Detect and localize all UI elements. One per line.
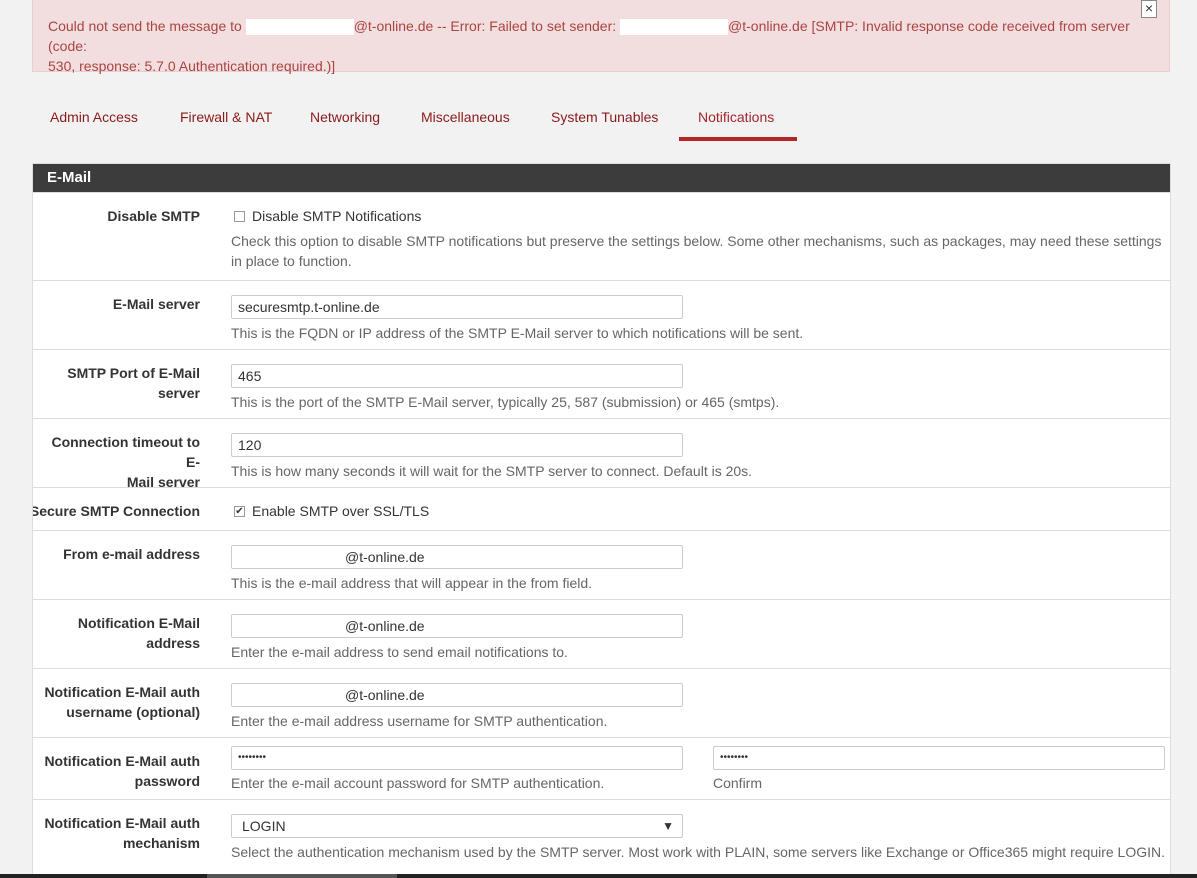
secure-smtp-label: Secure SMTP Connection: [32, 503, 200, 519]
secure-smtp-checkbox-label[interactable]: Enable SMTP over SSL/TLS: [252, 501, 429, 521]
from-address-label: From e-mail address: [63, 546, 200, 562]
auth-mechanism-value: LOGIN: [242, 818, 286, 834]
close-alert-button[interactable]: ×: [1141, 0, 1157, 18]
alert-text-middle: @t-online.de -- Error: Failed to set sen…: [353, 18, 617, 34]
label-line: address: [146, 635, 200, 651]
active-tab-indicator: [679, 137, 797, 141]
email-server-input[interactable]: securesmtp.t-online.de: [231, 295, 683, 319]
from-address-value: @t-online.de: [345, 549, 425, 565]
label-line: SMTP Port of E-Mail: [67, 365, 200, 381]
secure-smtp-row: Secure SMTP Connection ✔ Enable SMTP ove…: [33, 487, 1170, 530]
email-server-row: E-Mail server securesmtp.t-online.de Thi…: [33, 280, 1170, 349]
timeout-row: Connection timeout to E- Mail server 120 …: [33, 418, 1170, 490]
notify-address-label: Notification E-Mail address: [35, 613, 200, 653]
disable-smtp-label: Disable SMTP: [107, 208, 200, 224]
notify-address-input[interactable]: @t-online.de: [231, 614, 683, 638]
disable-smtp-row: Disable SMTP Disable SMTP Notifications …: [33, 192, 1170, 280]
tab-label: Admin Access: [50, 109, 138, 125]
timeout-help: This is how many seconds it will wait fo…: [231, 463, 753, 479]
auth-mechanism-row: Notification E-Mail auth mechanism LOGIN …: [33, 799, 1170, 877]
auth-username-row: Notification E-Mail auth username (option…: [33, 668, 1170, 737]
auth-mechanism-select[interactable]: LOGIN ▼: [231, 814, 683, 838]
redacted-address: [620, 19, 729, 36]
tab-label: System Tunables: [551, 109, 659, 125]
auth-username-help: Enter the e-mail address username for SM…: [231, 713, 608, 729]
label-line: password: [134, 773, 200, 789]
auth-password-label: Notification E-Mail auth password: [35, 751, 200, 791]
smtp-port-label: SMTP Port of E-Mail server: [35, 363, 200, 403]
label-line: username (optional): [66, 704, 200, 720]
tab-label: Firewall & NAT: [180, 109, 273, 125]
disable-smtp-help: Check this option to disable SMTP notifi…: [231, 233, 1162, 249]
scrollbar-thumb[interactable]: [207, 874, 397, 878]
timeout-label: Connection timeout to E- Mail server: [35, 432, 200, 492]
from-address-input[interactable]: @t-online.de: [231, 545, 683, 569]
horizontal-scrollbar[interactable]: [0, 874, 1197, 878]
alert-text-prefix: Could not send the message to: [48, 18, 242, 34]
auth-username-label: Notification E-Mail auth username (option…: [35, 682, 200, 722]
redacted-address: [245, 19, 354, 36]
secure-smtp-checkbox[interactable]: ✔: [234, 506, 245, 517]
smtp-port-help: This is the port of the SMTP E-Mail serv…: [231, 394, 780, 410]
panel-title: E-Mail: [33, 164, 1170, 192]
disable-smtp-checkbox-label[interactable]: Disable SMTP Notifications: [252, 206, 421, 226]
label-line: Notification E-Mail auth: [44, 815, 200, 831]
from-address-help: This is the e-mail address that will app…: [231, 575, 593, 591]
auth-password-confirm-help: Confirm: [713, 775, 763, 791]
email-server-label: E-Mail server: [112, 296, 200, 312]
disable-smtp-help-cont: in place to function.: [231, 253, 352, 269]
label-line: Notification E-Mail auth: [44, 753, 200, 769]
label-line: Notification E-Mail: [77, 615, 200, 631]
auth-username-input[interactable]: @t-online.de: [231, 683, 683, 707]
alert-text-line2: 530, response: 5.7.0 Authentication requ…: [48, 58, 336, 74]
tab-label: Notifications: [698, 109, 775, 125]
label-line: Connection timeout to E-: [51, 434, 200, 470]
smtp-port-input[interactable]: 465: [231, 364, 683, 388]
email-settings-panel: E-Mail Disable SMTP Disable SMTP Notific…: [32, 163, 1171, 878]
notify-address-help: Enter the e-mail address to send email n…: [231, 644, 568, 660]
timeout-input[interactable]: 120: [231, 433, 683, 457]
from-address-row: From e-mail address @t-online.de This is…: [33, 530, 1170, 599]
disable-smtp-checkbox[interactable]: [234, 211, 245, 222]
label-line: mechanism: [122, 835, 200, 851]
notify-address-row: Notification E-Mail address @t-online.de …: [33, 599, 1170, 668]
auth-password-confirm-input[interactable]: ••••••••: [713, 746, 1165, 770]
auth-password-input[interactable]: ••••••••: [231, 746, 683, 770]
email-server-help: This is the FQDN or IP address of the SM…: [231, 325, 804, 341]
smtp-port-row: SMTP Port of E-Mail server 465 This is th…: [33, 349, 1170, 418]
label-line: server: [157, 385, 200, 401]
tab-label: Miscellaneous: [421, 109, 510, 125]
chevron-down-icon: ▼: [662, 819, 674, 833]
error-alert: Could not send the message to @t-online.…: [32, 0, 1170, 74]
label-line: Notification E-Mail auth: [44, 684, 200, 700]
auth-username-value: @t-online.de: [345, 687, 425, 703]
auth-mechanism-help: Select the authentication mechanism used…: [231, 844, 1166, 860]
notify-address-value: @t-online.de: [345, 618, 425, 634]
tab-notifications[interactable]: Notifications: [679, 100, 797, 141]
alert-message: Could not send the message to @t-online.…: [48, 16, 1154, 76]
auth-mechanism-label: Notification E-Mail auth mechanism: [35, 813, 200, 853]
auth-password-row: Notification E-Mail auth password •••••••…: [33, 737, 1170, 799]
tab-label: Networking: [310, 109, 381, 125]
auth-password-help: Enter the e-mail account password for SM…: [231, 775, 605, 791]
